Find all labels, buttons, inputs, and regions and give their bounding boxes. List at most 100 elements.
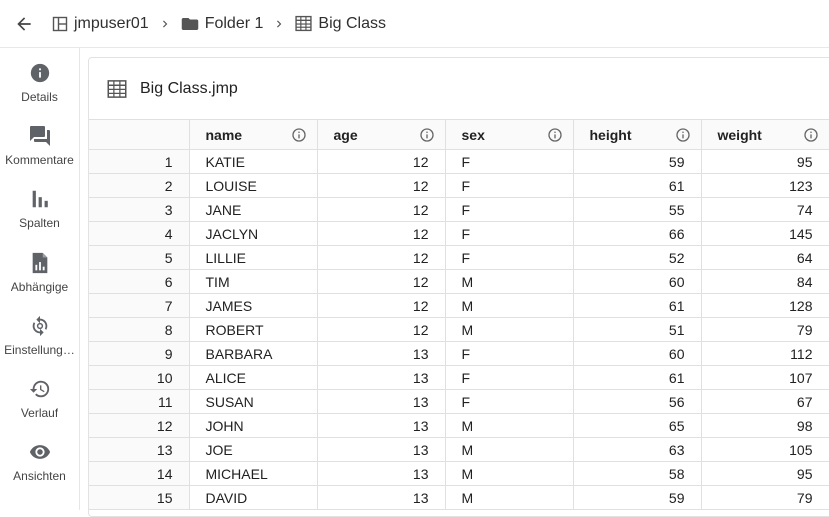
cell-name[interactable]: JOE <box>189 437 318 462</box>
rail-item-details[interactable]: Details <box>0 60 79 116</box>
cell-height[interactable]: 55 <box>573 197 702 222</box>
column-header-weight[interactable]: weight <box>701 119 829 150</box>
cell-weight[interactable]: 64 <box>701 245 829 270</box>
column-header-sex[interactable]: sex <box>445 119 574 150</box>
cell-name[interactable]: LOUISE <box>189 173 318 198</box>
cell-weight[interactable]: 95 <box>701 461 829 486</box>
cell-weight[interactable]: 74 <box>701 197 829 222</box>
cell-height[interactable]: 58 <box>573 461 702 486</box>
cell-sex[interactable]: M <box>445 269 574 294</box>
cell-age[interactable]: 12 <box>317 269 446 294</box>
cell-height[interactable]: 59 <box>573 149 702 174</box>
row-number[interactable]: 14 <box>89 461 190 486</box>
cell-age[interactable]: 12 <box>317 293 446 318</box>
cell-age[interactable]: 12 <box>317 149 446 174</box>
info-outline-icon[interactable] <box>419 127 435 143</box>
info-outline-icon[interactable] <box>291 127 307 143</box>
cell-name[interactable]: SUSAN <box>189 389 318 414</box>
info-outline-icon[interactable] <box>547 127 563 143</box>
row-number[interactable]: 11 <box>89 389 190 414</box>
cell-sex[interactable]: F <box>445 149 574 174</box>
back-button[interactable] <box>12 12 36 36</box>
cell-height[interactable]: 52 <box>573 245 702 270</box>
corner-cell[interactable] <box>89 119 190 150</box>
cell-name[interactable]: MICHAEL <box>189 461 318 486</box>
cell-height[interactable]: 65 <box>573 413 702 438</box>
cell-name[interactable]: JOHN <box>189 413 318 438</box>
row-number[interactable]: 15 <box>89 485 190 510</box>
row-number[interactable]: 10 <box>89 365 190 390</box>
cell-weight[interactable]: 98 <box>701 413 829 438</box>
cell-height[interactable]: 56 <box>573 389 702 414</box>
cell-weight[interactable]: 123 <box>701 173 829 198</box>
table-row[interactable]: 4 JACLYN 12 F 66 145 <box>89 221 829 246</box>
cell-name[interactable]: ALICE <box>189 365 318 390</box>
cell-age[interactable]: 13 <box>317 389 446 414</box>
cell-sex[interactable]: F <box>445 197 574 222</box>
cell-sex[interactable]: M <box>445 317 574 342</box>
rail-item-history[interactable]: Verlauf <box>0 376 79 432</box>
row-number[interactable]: 4 <box>89 221 190 246</box>
cell-height[interactable]: 66 <box>573 221 702 246</box>
cell-sex[interactable]: F <box>445 221 574 246</box>
table-row[interactable]: 11 SUSAN 13 F 56 67 <box>89 389 829 414</box>
breadcrumb-item-folder[interactable]: Folder 1 <box>181 15 263 33</box>
cell-height[interactable]: 61 <box>573 293 702 318</box>
table-row[interactable]: 12 JOHN 13 M 65 98 <box>89 413 829 438</box>
row-number[interactable]: 8 <box>89 317 190 342</box>
cell-height[interactable]: 63 <box>573 437 702 462</box>
table-row[interactable]: 14 MICHAEL 13 M 58 95 <box>89 461 829 486</box>
cell-age[interactable]: 12 <box>317 173 446 198</box>
cell-weight[interactable]: 84 <box>701 269 829 294</box>
cell-age[interactable]: 13 <box>317 413 446 438</box>
cell-age[interactable]: 13 <box>317 341 446 366</box>
cell-name[interactable]: BARBARA <box>189 341 318 366</box>
cell-age[interactable]: 13 <box>317 461 446 486</box>
cell-height[interactable]: 60 <box>573 269 702 294</box>
cell-sex[interactable]: M <box>445 413 574 438</box>
cell-weight[interactable]: 79 <box>701 485 829 510</box>
cell-sex[interactable]: F <box>445 245 574 270</box>
table-row[interactable]: 8 ROBERT 12 M 51 79 <box>89 317 829 342</box>
row-number[interactable]: 13 <box>89 437 190 462</box>
cell-weight[interactable]: 128 <box>701 293 829 318</box>
column-header-name[interactable]: name <box>189 119 318 150</box>
cell-age[interactable]: 12 <box>317 221 446 246</box>
rail-item-views[interactable]: Ansichten <box>0 439 79 495</box>
table-row[interactable]: 9 BARBARA 13 F 60 112 <box>89 341 829 366</box>
rail-item-comments[interactable]: Kommentare <box>0 123 79 179</box>
cell-height[interactable]: 61 <box>573 365 702 390</box>
column-header-height[interactable]: height <box>573 119 702 150</box>
cell-age[interactable]: 13 <box>317 437 446 462</box>
table-row[interactable]: 7 JAMES 12 M 61 128 <box>89 293 829 318</box>
cell-name[interactable]: ROBERT <box>189 317 318 342</box>
row-number[interactable]: 1 <box>89 149 190 174</box>
cell-weight[interactable]: 112 <box>701 341 829 366</box>
table-row[interactable]: 5 LILLIE 12 F 52 64 <box>89 245 829 270</box>
breadcrumb-item-workspace[interactable]: jmpuser01 <box>52 15 149 33</box>
cell-weight[interactable]: 145 <box>701 221 829 246</box>
cell-sex[interactable]: F <box>445 389 574 414</box>
cell-weight[interactable]: 105 <box>701 437 829 462</box>
table-row[interactable]: 2 LOUISE 12 F 61 123 <box>89 173 829 198</box>
cell-age[interactable]: 12 <box>317 197 446 222</box>
rail-item-columns[interactable]: Spalten <box>0 186 79 242</box>
info-outline-icon[interactable] <box>675 127 691 143</box>
column-header-age[interactable]: age <box>317 119 446 150</box>
cell-age[interactable]: 13 <box>317 365 446 390</box>
cell-age[interactable]: 13 <box>317 485 446 510</box>
table-row[interactable]: 6 TIM 12 M 60 84 <box>89 269 829 294</box>
table-row[interactable]: 1 KATIE 12 F 59 95 <box>89 149 829 174</box>
rail-item-dependents[interactable]: Abhängige <box>0 250 79 306</box>
row-number[interactable]: 5 <box>89 245 190 270</box>
table-row[interactable]: 13 JOE 13 M 63 105 <box>89 437 829 462</box>
cell-height[interactable]: 59 <box>573 485 702 510</box>
cell-sex[interactable]: M <box>445 293 574 318</box>
cell-name[interactable]: JACLYN <box>189 221 318 246</box>
row-number[interactable]: 12 <box>89 413 190 438</box>
row-number[interactable]: 9 <box>89 341 190 366</box>
table-row[interactable]: 10 ALICE 13 F 61 107 <box>89 365 829 390</box>
row-number[interactable]: 6 <box>89 269 190 294</box>
cell-weight[interactable]: 95 <box>701 149 829 174</box>
cell-sex[interactable]: M <box>445 461 574 486</box>
